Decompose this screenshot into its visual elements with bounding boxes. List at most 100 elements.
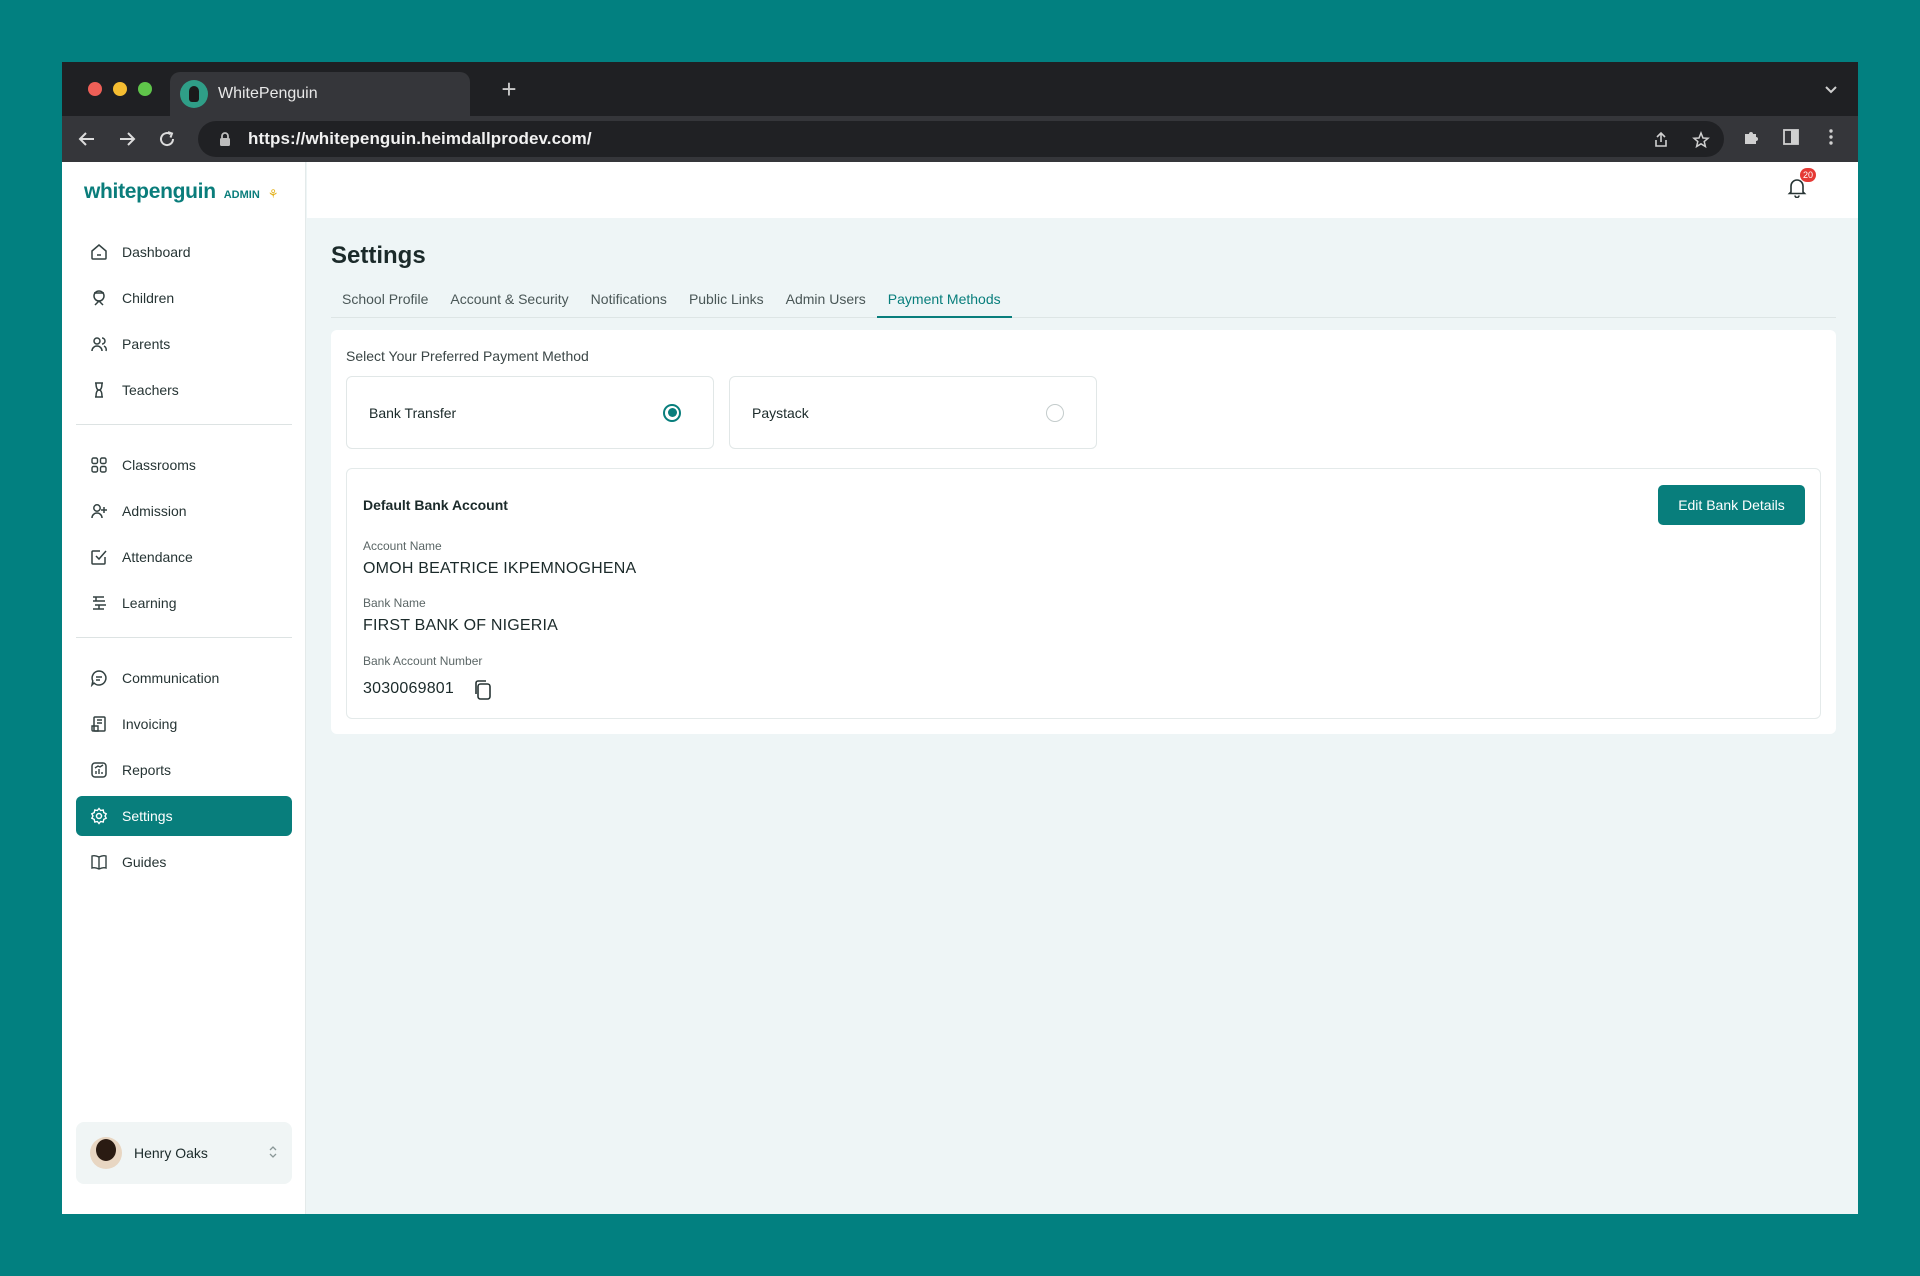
more-vertical-icon[interactable]	[1820, 126, 1842, 148]
browser-tabbar: WhitePenguin +	[62, 62, 1858, 116]
sidebar-item-label: Attendance	[122, 549, 193, 565]
avatar	[90, 1137, 122, 1169]
sidebar-item-label: Reports	[122, 762, 172, 778]
sidebar-item-attendance[interactable]: Attendance	[76, 537, 292, 577]
sidebar-item-label: Invoicing	[122, 716, 178, 732]
back-arrow-icon[interactable]	[74, 126, 100, 152]
sidebar-item-learning[interactable]: Learning	[76, 583, 292, 623]
tab-account-security[interactable]: Account & Security	[439, 288, 579, 318]
section-label: Select Your Preferred Payment Method	[346, 348, 589, 364]
user-add-icon	[90, 502, 108, 520]
bank-heading: Default Bank Account	[363, 497, 508, 513]
book-stack-icon	[90, 594, 108, 612]
teacher-icon	[90, 381, 108, 399]
browser-toolbar: https://whitepenguin.heimdallprodev.com/	[62, 116, 1858, 162]
sidebar-item-label: Communication	[122, 670, 220, 686]
forward-arrow-icon[interactable]	[114, 126, 140, 152]
account-name-value: OMOH BEATRICE IKPEMNOGHENA	[363, 560, 637, 577]
sidebar-nav: Dashboard Children Parents Teachers Clas…	[76, 232, 292, 888]
tab-admin-users[interactable]: Admin Users	[775, 288, 877, 318]
radio-selected[interactable]	[663, 403, 681, 422]
sidebar-item-label: Children	[122, 290, 175, 306]
admin-badge: ADMIN	[223, 189, 260, 201]
user-name: Henry Oaks	[134, 1145, 208, 1161]
chart-icon	[90, 761, 108, 779]
sidebar-divider	[76, 637, 292, 638]
sidebar-item-label: Teachers	[122, 382, 179, 398]
maximize-window-button[interactable]	[138, 82, 152, 96]
sidebar-item-label: Learning	[122, 595, 177, 611]
bookmark-star-icon[interactable]	[1690, 129, 1712, 151]
address-bar[interactable]: https://whitepenguin.heimdallprodev.com/	[198, 121, 1724, 157]
chevron-down-icon[interactable]	[1820, 78, 1842, 100]
sidebar-item-guides[interactable]: Guides	[76, 842, 292, 882]
settings-tabs: School Profile Account & Security Notifi…	[331, 288, 1836, 318]
grid-icon	[90, 456, 108, 474]
copy-icon[interactable]	[473, 679, 493, 701]
sidebar-item-admission[interactable]: Admission	[76, 491, 292, 531]
tab-payment-methods[interactable]: Payment Methods	[876, 288, 1012, 318]
close-window-button[interactable]	[88, 82, 102, 96]
radio-unselected[interactable]	[1046, 403, 1064, 422]
sidebar-item-label: Dashboard	[122, 244, 191, 260]
favicon-icon	[180, 80, 208, 108]
sidebar-item-invoicing[interactable]: Invoicing	[76, 704, 292, 744]
sidebar-item-label: Admission	[122, 503, 187, 519]
page-title: Settings	[331, 242, 426, 269]
tab-school-profile[interactable]: School Profile	[331, 288, 439, 318]
lock-icon	[214, 128, 236, 150]
notification-count-badge: 20	[1800, 168, 1816, 182]
new-tab-button[interactable]: +	[494, 74, 524, 105]
chevron-up-down-icon	[268, 1145, 278, 1162]
check-square-icon	[90, 548, 108, 566]
reload-icon[interactable]	[154, 126, 180, 152]
tab-public-links[interactable]: Public Links	[678, 288, 775, 318]
sidebar-item-settings[interactable]: Settings	[76, 796, 292, 836]
user-menu[interactable]: Henry Oaks	[76, 1122, 292, 1184]
payment-option-paystack[interactable]: Paystack	[729, 376, 1097, 449]
payment-option-label: Paystack	[752, 404, 809, 421]
sidebar-item-children[interactable]: Children	[76, 278, 292, 318]
sidebar-item-dashboard[interactable]: Dashboard	[76, 232, 292, 272]
sidebar-item-teachers[interactable]: Teachers	[76, 370, 292, 410]
child-icon	[90, 289, 108, 307]
sidebar-divider	[76, 424, 292, 425]
sidebar-item-label: Parents	[122, 336, 171, 352]
extensions-puzzle-icon[interactable]	[1740, 126, 1762, 148]
default-bank-account-card: Default Bank Account Edit Bank Details A…	[346, 468, 1821, 719]
browser-tab[interactable]: WhitePenguin	[170, 72, 470, 116]
url-text: https://whitepenguin.heimdallprodev.com/	[248, 129, 592, 148]
sidebar-item-communication[interactable]: Communication	[76, 658, 292, 698]
app-area: whitepenguin ADMIN ⚘ Dashboard Children …	[62, 162, 1858, 1214]
share-icon[interactable]	[1650, 129, 1672, 151]
brand-logo[interactable]: whitepenguin ADMIN ⚘	[84, 180, 279, 204]
tab-notifications[interactable]: Notifications	[580, 288, 678, 318]
payment-option-bank-transfer[interactable]: Bank Transfer	[346, 376, 714, 449]
edit-bank-details-button[interactable]: Edit Bank Details	[1658, 485, 1805, 525]
browser-window: WhitePenguin + https://whitepenguin.heim…	[62, 62, 1858, 1214]
bank-name-label: Bank Name	[363, 596, 426, 610]
receipt-icon	[90, 715, 108, 733]
sidebar-item-parents[interactable]: Parents	[76, 324, 292, 364]
sidebar-item-label: Guides	[122, 854, 167, 870]
chat-icon	[90, 669, 108, 687]
sidebar-item-label: Settings	[122, 808, 173, 824]
sidebar-item-reports[interactable]: Reports	[76, 750, 292, 790]
bank-name-value: FIRST BANK OF NIGERIA	[363, 617, 559, 634]
payment-option-label: Bank Transfer	[369, 404, 457, 421]
sidebar-item-classrooms[interactable]: Classrooms	[76, 445, 292, 485]
browser-tab-title: WhitePenguin	[218, 85, 318, 102]
account-number-label: Bank Account Number	[363, 654, 483, 668]
gear-icon	[90, 807, 108, 825]
logo-text: whitepenguin	[84, 180, 216, 203]
payment-methods-card: Select Your Preferred Payment Method Ban…	[331, 330, 1836, 734]
users-icon	[90, 335, 108, 353]
sidebar: whitepenguin ADMIN ⚘ Dashboard Children …	[62, 162, 306, 1214]
home-icon	[90, 243, 108, 261]
account-number-value: 3030069801	[363, 680, 454, 697]
minimize-window-button[interactable]	[113, 82, 127, 96]
sidebar-item-label: Classrooms	[122, 457, 196, 473]
account-name-label: Account Name	[363, 539, 442, 553]
open-book-icon	[90, 853, 108, 871]
side-panel-icon[interactable]	[1780, 126, 1802, 148]
